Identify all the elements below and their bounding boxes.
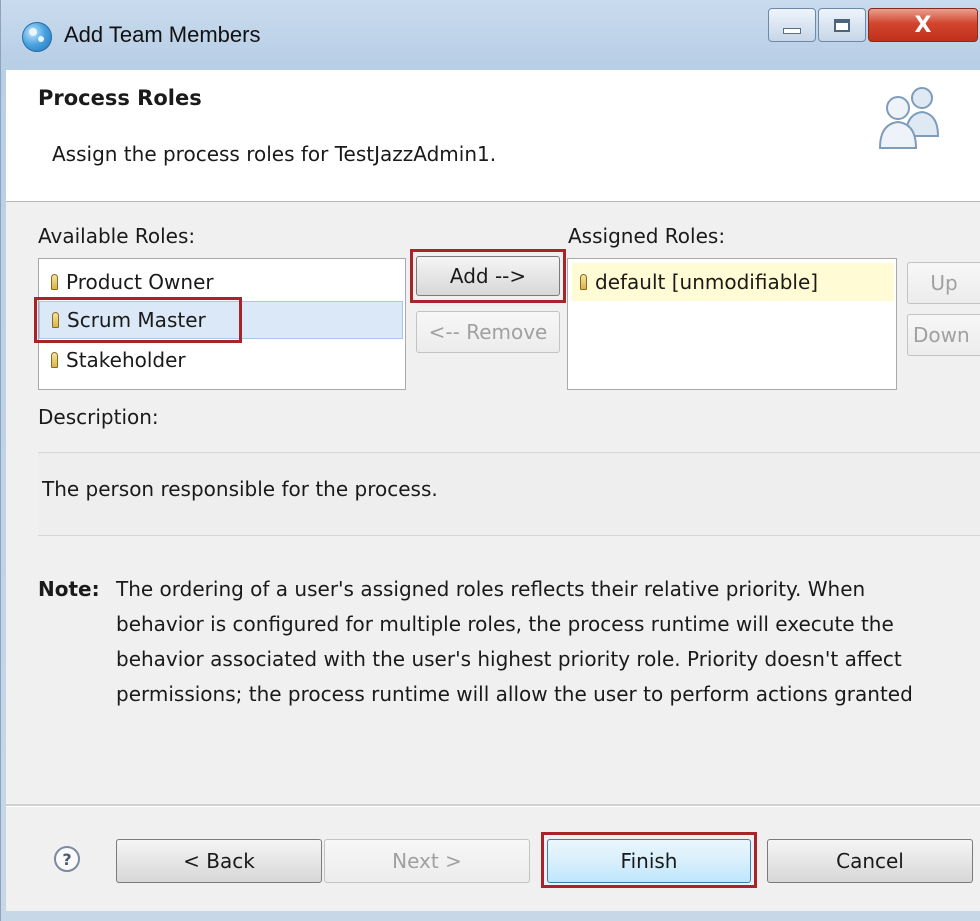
maximize-button[interactable] xyxy=(818,8,866,42)
close-button[interactable]: X xyxy=(868,8,978,42)
available-roles-label: Available Roles: xyxy=(38,224,196,248)
note-line: behavior associated with the user's high… xyxy=(116,647,902,671)
help-icon[interactable]: ? xyxy=(54,846,80,872)
role-icon xyxy=(51,274,58,290)
role-icon xyxy=(51,352,58,368)
assigned-roles-label: Assigned Roles: xyxy=(568,224,726,248)
down-button[interactable]: Down xyxy=(907,314,980,356)
list-item-stakeholder[interactable]: Stakeholder xyxy=(39,341,405,379)
page-title: Process Roles xyxy=(38,86,202,110)
next-button[interactable]: Next > xyxy=(324,839,530,883)
app-globe-icon xyxy=(22,22,52,52)
window-title: Add Team Members xyxy=(64,22,261,47)
assigned-roles-list[interactable]: default [unmodifiable] xyxy=(567,258,897,390)
minimize-button[interactable] xyxy=(768,8,816,42)
list-item-product-owner[interactable]: Product Owner xyxy=(39,263,405,301)
role-icon xyxy=(580,274,587,290)
add-button[interactable]: Add --> xyxy=(416,256,560,296)
title-bar[interactable]: Add Team Members X xyxy=(0,0,980,70)
page-subtitle: Assign the process roles for TestJazzAdm… xyxy=(52,142,497,166)
description-text: The person responsible for the process. xyxy=(42,477,438,501)
people-icon xyxy=(878,87,940,149)
finish-button[interactable]: Finish xyxy=(547,839,751,883)
list-item-label: default [unmodifiable] xyxy=(595,270,819,294)
note-label: Note: xyxy=(38,577,100,601)
minimize-icon xyxy=(783,28,801,34)
note-line: The ordering of a user's assigned roles … xyxy=(116,577,866,601)
list-item-label: Stakeholder xyxy=(66,348,186,372)
list-item-partial xyxy=(39,379,405,389)
description-label: Description: xyxy=(38,405,159,429)
footer-separator xyxy=(6,804,980,807)
remove-button[interactable]: <-- Remove xyxy=(416,311,560,353)
up-button[interactable]: Up xyxy=(907,262,980,304)
list-item-label: Product Owner xyxy=(66,270,214,294)
close-icon: X xyxy=(914,12,932,38)
note-line: behavior is configured for multiple role… xyxy=(116,612,894,636)
cancel-button[interactable]: Cancel xyxy=(767,839,973,883)
list-item-default[interactable]: default [unmodifiable] xyxy=(572,263,894,301)
note-text: The ordering of a user's assigned roles … xyxy=(116,572,980,712)
note-line: permissions; the process runtime will al… xyxy=(116,682,913,706)
back-button[interactable]: < Back xyxy=(116,839,322,883)
scrum-master-highlight xyxy=(34,297,242,343)
maximize-icon xyxy=(834,18,850,32)
